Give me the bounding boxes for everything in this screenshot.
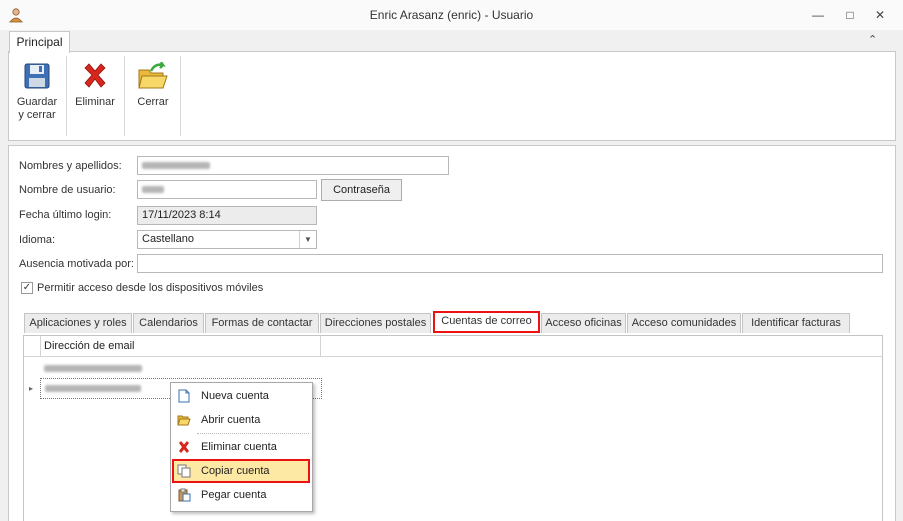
chevron-down-icon[interactable]: ▼ — [299, 231, 316, 248]
column-header-email[interactable]: Dirección de email — [40, 336, 321, 356]
tab-principal[interactable]: Principal — [9, 31, 70, 53]
absence-label: Ausencia motivada por: — [19, 258, 134, 270]
language-select[interactable]: Castellano ▼ — [137, 230, 317, 249]
language-value: Castellano — [142, 233, 194, 245]
username-input[interactable] — [137, 180, 317, 199]
context-menu: Nueva cuenta Abrir cuenta Eliminar cuent… — [170, 382, 313, 512]
ribbon-separator — [180, 56, 181, 136]
name-label: Nombres y apellidos: — [19, 160, 122, 172]
redacted-text — [142, 162, 210, 169]
menu-item-copy-account[interactable]: Copiar cuenta — [172, 459, 310, 483]
red-x-icon — [81, 62, 109, 90]
copy-icon — [177, 464, 191, 478]
tab-aplicaciones-roles[interactable]: Aplicaciones y roles — [24, 313, 132, 333]
paste-clipboard-icon — [177, 488, 191, 502]
menu-item-open-account[interactable]: Abrir cuenta — [173, 409, 310, 431]
redacted-text — [142, 186, 164, 193]
close-window-button[interactable]: ✕ — [868, 6, 892, 24]
open-folder-arrow-icon — [137, 61, 169, 90]
ribbon-panel: Guardar y cerrar Eliminar Cerrar — [8, 51, 896, 141]
table-row[interactable] — [40, 357, 321, 379]
mobile-access-checkbox[interactable]: ✓ — [21, 282, 33, 294]
delete-button[interactable]: Eliminar — [69, 58, 121, 109]
redacted-text — [45, 385, 141, 392]
close-label: Cerrar — [137, 96, 169, 108]
tab-formas-contactar[interactable]: Formas de contactar — [205, 313, 319, 333]
username-label: Nombre de usuario: — [19, 184, 116, 196]
lastlogin-label: Fecha último login: — [19, 209, 112, 221]
delete-label: Eliminar — [75, 96, 115, 108]
row-indicator-icon: ▸ — [29, 384, 34, 393]
tab-acceso-comunidades[interactable]: Acceso comunidades — [627, 313, 741, 333]
new-document-icon — [177, 389, 191, 403]
delete-x-icon — [177, 440, 191, 454]
email-accounts-grid: Dirección de email ▸ — [23, 335, 883, 521]
close-button[interactable]: Cerrar — [127, 58, 179, 109]
tab-calendarios[interactable]: Calendarios — [133, 313, 204, 333]
menu-item-new-account[interactable]: Nueva cuenta — [173, 385, 310, 407]
ribbon-separator — [66, 56, 67, 136]
ribbon-collapse-button[interactable]: ⌃ — [868, 33, 877, 46]
tab-direcciones-postales[interactable]: Direcciones postales — [320, 313, 431, 333]
save-label-2: y cerrar — [18, 109, 56, 121]
save-close-button[interactable]: Guardar y cerrar — [11, 58, 63, 122]
tab-identificar-facturas[interactable]: Identificar facturas — [742, 313, 850, 333]
floppy-disk-icon — [23, 62, 51, 90]
name-input[interactable] — [137, 156, 449, 175]
maximize-button[interactable]: □ — [838, 6, 862, 24]
absence-input[interactable] — [137, 254, 883, 273]
mobile-access-label: Permitir acceso desde los dispositivos m… — [37, 282, 264, 294]
menu-item-paste-account[interactable]: Pegar cuenta — [173, 484, 310, 506]
language-label: Idioma: — [19, 234, 56, 246]
menu-separator — [197, 433, 309, 435]
open-folder-icon — [177, 413, 191, 427]
tab-acceso-oficinas[interactable]: Acceso oficinas — [541, 313, 626, 333]
minimize-button[interactable]: — — [806, 6, 830, 24]
lastlogin-field: 17/11/2023 8:14 — [137, 206, 317, 225]
tab-cuentas-correo[interactable]: Cuentas de correo — [433, 311, 540, 333]
password-button[interactable]: Contraseña — [321, 179, 402, 201]
ribbon-separator — [124, 56, 125, 136]
redacted-text — [44, 365, 142, 372]
menu-item-delete-account[interactable]: Eliminar cuenta — [173, 436, 310, 458]
window-title: Enric Arasanz (enric) - Usuario — [369, 8, 534, 22]
save-label-1: Guardar — [16, 96, 58, 108]
